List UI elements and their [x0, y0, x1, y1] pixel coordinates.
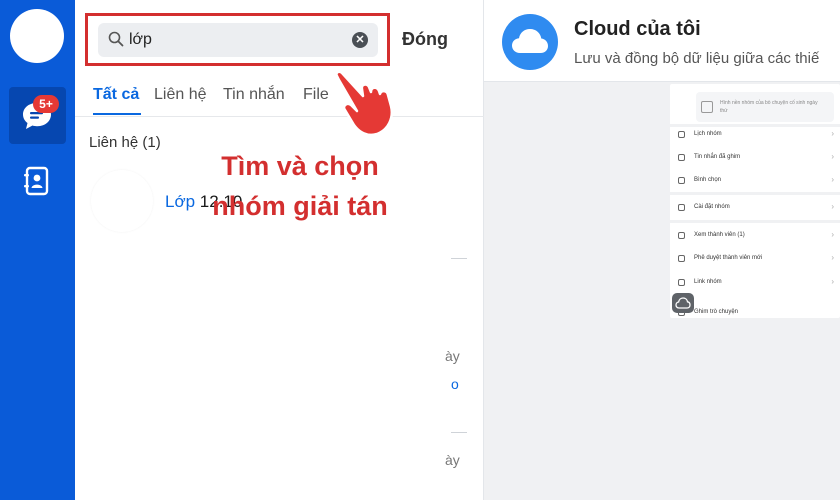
search-highlight-box: ✕	[85, 13, 390, 66]
tab-messages[interactable]: Tin nhắn	[223, 86, 285, 104]
user-avatar[interactable]	[10, 9, 64, 63]
match-highlight: Lớp	[165, 192, 196, 211]
link-icon	[678, 279, 685, 286]
divider	[451, 432, 467, 433]
note-text: Hình nền nhóm của bò chuyện cố sinh ngày…	[720, 100, 818, 114]
cloud-icon	[675, 297, 691, 309]
contacts-book-icon	[24, 166, 49, 196]
group-avatar[interactable]	[91, 170, 153, 232]
members-icon	[678, 232, 685, 239]
conversation-panel: Cloud của tôi Lưu và đồng bộ dữ liệu giữ…	[484, 0, 840, 500]
menu-row: Ghim trò chuyện	[674, 304, 836, 318]
group-note: Hình nền nhóm của bò chuyện cố sinh ngày…	[696, 92, 834, 122]
menu-row-label: Cài đặt nhóm	[694, 204, 730, 210]
menu-row: Cài đặt nhóm ›	[674, 199, 836, 217]
tab-all[interactable]: Tất cả	[93, 86, 139, 104]
menu-row: Lịch nhóm ›	[674, 126, 836, 144]
clear-search-icon[interactable]: ✕	[352, 32, 368, 48]
search-panel: ✕ Đóng Tất cả Liên hệ Tin nhắn File Liên…	[75, 0, 484, 500]
menu-row-label: Bình chọn	[694, 177, 722, 183]
chevron-right-icon: ›	[831, 253, 834, 262]
conversation-header: Cloud của tôi Lưu và đồng bộ dữ liệu giữ…	[484, 0, 840, 82]
divider	[451, 258, 467, 259]
tab-files[interactable]: File	[303, 86, 329, 104]
annotation-line: nhóm giải tán	[212, 191, 388, 221]
cloud-avatar	[502, 14, 558, 70]
calendar-icon	[678, 131, 685, 138]
chevron-right-icon: ›	[831, 175, 834, 184]
cloud-upload-button[interactable]	[672, 293, 694, 313]
tab-contacts[interactable]: Liên hệ	[154, 86, 207, 104]
menu-row-label: Lịch nhóm	[694, 131, 722, 137]
instruction-annotation: Tìm và chọn nhóm giải tán	[200, 146, 400, 226]
divider	[670, 220, 840, 223]
menu-row-label: Tin nhắn đã ghim	[694, 154, 741, 160]
left-rail: 5+	[0, 0, 75, 500]
menu-row: Link nhóm ›	[674, 274, 836, 292]
pointing-hand-icon	[335, 70, 393, 137]
menu-row-label: Link nhóm	[694, 279, 722, 285]
close-search-button[interactable]: Đóng	[402, 29, 448, 50]
background-text: ày	[445, 348, 460, 364]
menu-row: Bình chọn ›	[674, 172, 836, 190]
chevron-right-icon: ›	[831, 202, 834, 211]
poll-icon	[678, 177, 685, 184]
conversation-subtitle: Lưu và đồng bộ dữ liệu giữa các thiế	[574, 50, 820, 67]
cloud-icon	[512, 29, 548, 53]
background-text: ày	[445, 452, 460, 468]
conversation-title: Cloud của tôi	[574, 18, 701, 40]
menu-row-label: Ghim trò chuyện	[694, 309, 739, 315]
chevron-right-icon: ›	[831, 152, 834, 161]
menu-row: Phê duyệt thành viên mới ›	[674, 250, 836, 268]
background-text: o	[451, 376, 459, 392]
divider	[670, 192, 840, 195]
search-input[interactable]	[129, 28, 349, 52]
chevron-right-icon: ›	[831, 277, 834, 286]
menu-row: Xem thành viên (1) ›	[674, 227, 836, 245]
search-bar[interactable]: ✕	[98, 23, 378, 57]
note-icon	[701, 101, 713, 113]
unread-badge: 5+	[33, 95, 59, 113]
menu-row: Tin nhắn đã ghim ›	[674, 149, 836, 167]
search-icon	[108, 31, 124, 47]
approve-members-icon	[678, 255, 685, 262]
chevron-right-icon: ›	[831, 129, 834, 138]
pin-icon	[678, 154, 685, 161]
chevron-right-icon: ›	[831, 230, 834, 239]
annotation-line: Tìm và chọn	[221, 151, 379, 181]
rail-item-contacts[interactable]	[23, 166, 51, 201]
screen: 5+ ✕ Đóng Tất cả L	[0, 0, 840, 500]
settings-icon	[678, 204, 685, 211]
menu-row-label: Xem thành viên (1)	[694, 232, 745, 238]
section-title: Liên hệ (1)	[89, 134, 161, 151]
menu-row-label: Phê duyệt thành viên mới	[694, 255, 763, 261]
shared-screenshot[interactable]: Hình nền nhóm của bò chuyện cố sinh ngày…	[670, 84, 840, 318]
divider	[75, 116, 484, 117]
active-tab-indicator	[93, 113, 141, 115]
